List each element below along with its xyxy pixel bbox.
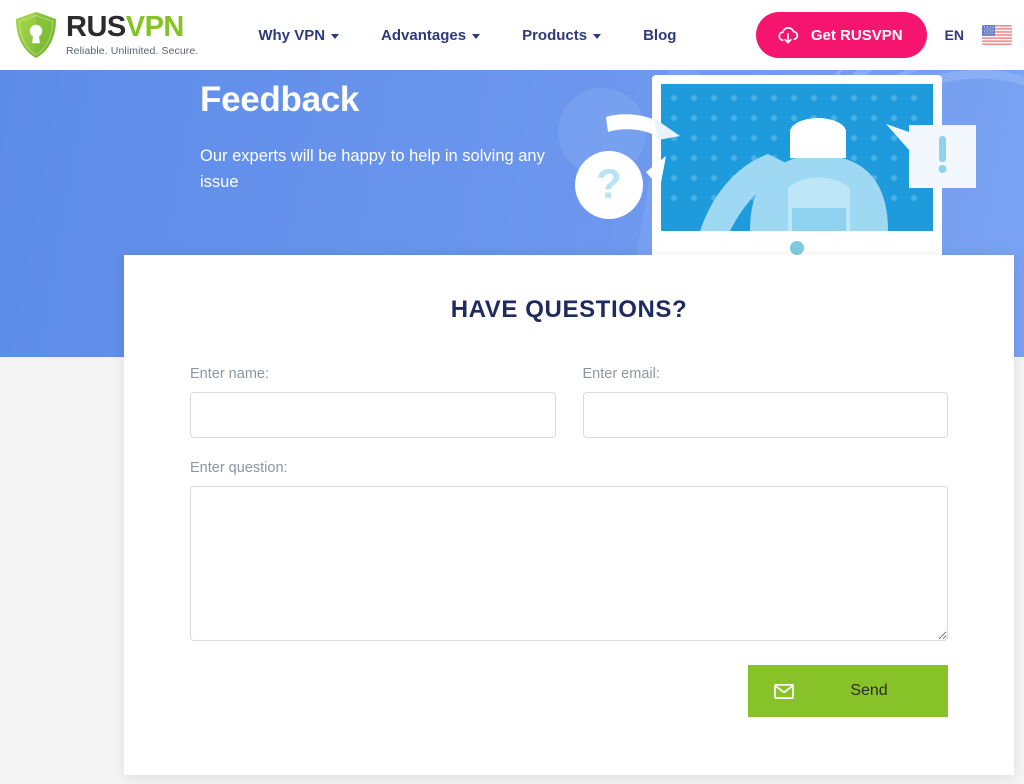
svg-text:?: ? [596,160,622,207]
logo[interactable]: RUSVPN Reliable. Unlimited. Secure. [14,11,198,59]
get-rusvpn-label: Get RUSVPN [810,26,903,44]
nav-item-products[interactable]: Products [522,26,602,44]
get-rusvpn-button[interactable]: Get RUSVPN [755,12,927,58]
submit-row: Send [190,665,948,717]
nav-label-why-vpn: Why VPN [258,26,326,44]
nav-label-advantages: Advantages [381,26,467,44]
cloud-download-icon [776,25,800,45]
chevron-down-icon [331,33,340,39]
logo-tagline: Reliable. Unlimited. Secure. [66,45,199,57]
question-label: Enter question: [190,460,288,476]
shield-keyhole-icon [14,11,58,59]
nav-label-products: Products [522,26,588,44]
question-textarea[interactable] [190,486,948,641]
logo-word-rus: RUS [66,11,126,43]
language-code[interactable]: EN [945,27,964,43]
hero-subtitle: Our experts will be happy to help in sol… [200,147,545,191]
logo-word-vpn: VPN [125,11,185,43]
form-row-name-email: Enter name: Enter email: [190,366,948,438]
name-label: Enter name: [190,366,269,382]
logo-wordmark: RUSVPN [66,13,198,42]
nav-label-blog: Blog [643,26,677,44]
email-input[interactable] [582,392,948,438]
chevron-down-icon [472,33,481,39]
field-name: Enter name: [190,366,556,438]
email-label: Enter email: [582,366,660,382]
chevron-down-icon [593,33,602,39]
nav-item-advantages[interactable]: Advantages [381,26,481,44]
name-input[interactable] [190,392,556,438]
send-button-label: Send [850,682,888,699]
field-email: Enter email: [582,366,948,438]
hero-title: Feedback [200,80,360,119]
contact-form-card: HAVE QUESTIONS? Enter name: Enter email:… [124,255,1014,775]
nav-item-why-vpn[interactable]: Why VPN [258,26,340,44]
field-question: Enter question: [190,460,948,641]
site-header: RUSVPN Reliable. Unlimited. Secure. Why … [0,0,1024,70]
us-flag-icon[interactable] [982,25,1012,45]
send-button[interactable]: Send [748,665,948,717]
form-title: HAVE QUESTIONS? [450,296,688,323]
hero-copy: Feedback Our experts will be happy to he… [200,80,580,195]
contact-form: Enter name: Enter email: Enter question: [124,366,1014,717]
envelope-icon [748,683,820,699]
main-navigation: Why VPN Advantages Products Blog [258,27,676,44]
nav-item-blog[interactable]: Blog [643,27,676,44]
header-actions: Get RUSVPN EN [755,12,1012,58]
